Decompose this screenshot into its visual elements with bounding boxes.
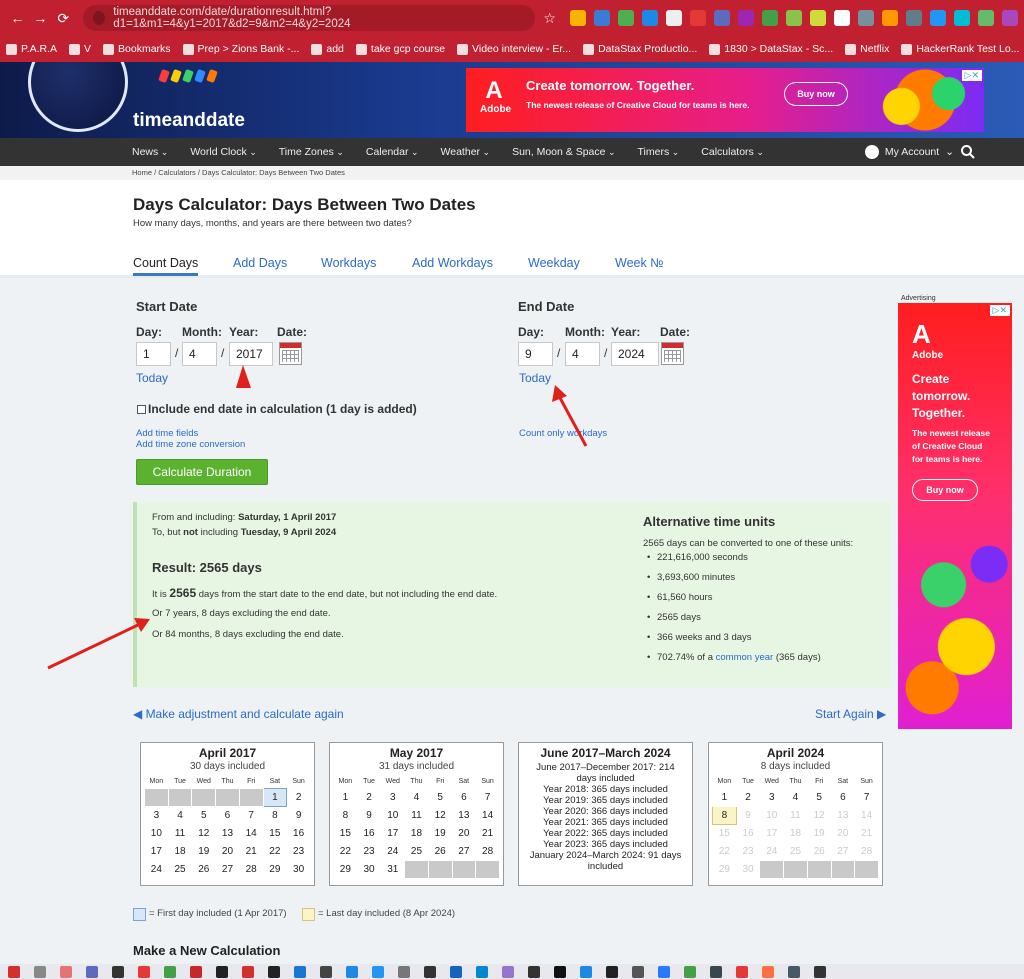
annotation-arrow-years-line	[47, 622, 141, 670]
taskbar-app-icon[interactable]	[34, 965, 46, 978]
taskbar-app-icon[interactable]	[632, 965, 644, 978]
taskbar-app-icon[interactable]	[580, 965, 592, 978]
taskbar-app-icon[interactable]	[190, 965, 202, 978]
taskbar-app-icon[interactable]	[268, 965, 280, 978]
taskbar-app-icon[interactable]	[164, 965, 176, 978]
taskbar-app-icon[interactable]	[814, 965, 826, 978]
taskbar-app-icon[interactable]	[398, 965, 410, 978]
taskbar-app-icon[interactable]	[216, 965, 228, 978]
taskbar-app-icon[interactable]	[138, 965, 150, 978]
taskbar-app-icon[interactable]	[60, 965, 72, 978]
taskbar-app-icon[interactable]	[8, 965, 20, 978]
os-taskbar	[0, 964, 1024, 979]
annotation-arrows	[47, 365, 588, 670]
taskbar-app-icon[interactable]	[528, 965, 540, 978]
taskbar-app-icon[interactable]	[86, 965, 98, 978]
taskbar-app-icon[interactable]	[554, 965, 566, 978]
annotation-arrow-today	[557, 395, 588, 447]
taskbar-app-icon[interactable]	[450, 965, 462, 978]
taskbar-app-icon[interactable]	[424, 965, 436, 978]
taskbar-app-icon[interactable]	[320, 965, 332, 978]
taskbar-app-icon[interactable]	[788, 965, 800, 978]
taskbar-app-icon[interactable]	[346, 965, 358, 978]
taskbar-app-icon[interactable]	[658, 965, 670, 978]
taskbar-app-icon[interactable]	[684, 965, 696, 978]
taskbar-app-icon[interactable]	[294, 965, 306, 978]
taskbar-app-icon[interactable]	[762, 965, 774, 978]
taskbar-app-icon[interactable]	[606, 965, 618, 978]
taskbar-app-icon[interactable]	[736, 965, 748, 978]
taskbar-app-icon[interactable]	[242, 965, 254, 978]
taskbar-app-icon[interactable]	[710, 965, 722, 978]
taskbar-app-icon[interactable]	[372, 965, 384, 978]
taskbar-app-icon[interactable]	[476, 965, 488, 978]
annotation-arrow-year	[236, 365, 251, 388]
taskbar-app-icon[interactable]	[502, 965, 514, 978]
taskbar-app-icon[interactable]	[112, 965, 124, 978]
